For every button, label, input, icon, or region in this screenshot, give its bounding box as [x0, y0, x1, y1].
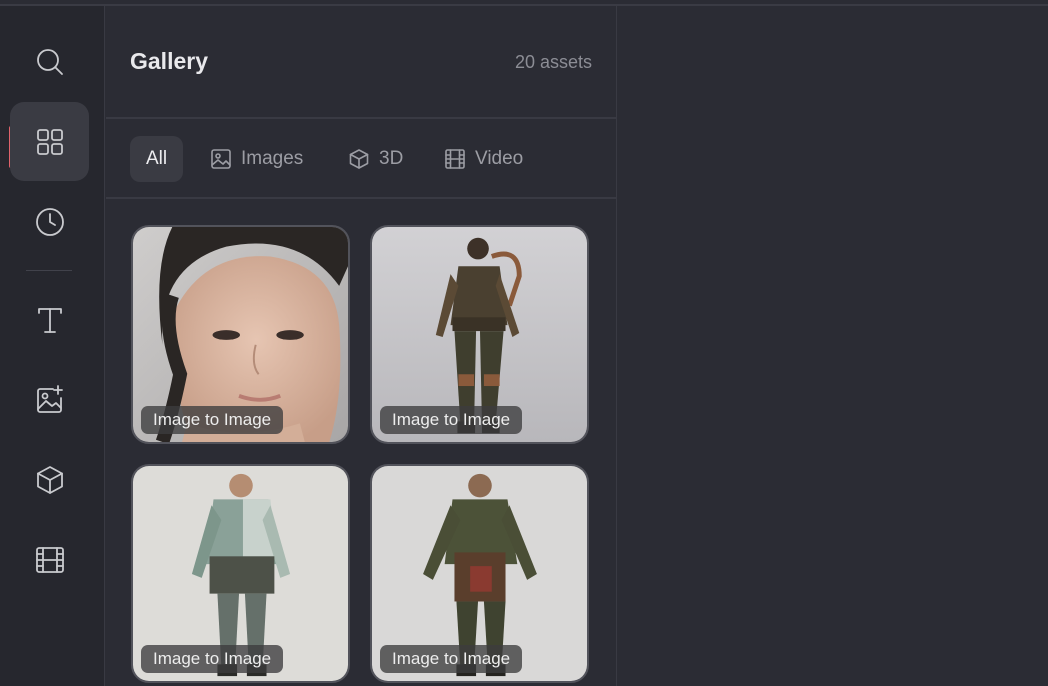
card-badge: Image to Image: [141, 645, 284, 673]
tab-images[interactable]: Images: [210, 136, 303, 182]
rail-video-button[interactable]: [10, 520, 89, 599]
tab-3d-label: 3D: [379, 148, 404, 169]
cube-icon: [36, 465, 63, 494]
rail-image-button[interactable]: [10, 360, 89, 439]
card-badge: Image to Image: [380, 406, 523, 434]
grid-icon: [36, 128, 63, 155]
text-icon: [37, 307, 62, 333]
tab-video-label: Video: [475, 148, 524, 169]
tab-all[interactable]: All: [130, 136, 184, 182]
gallery-card[interactable]: Image to Image: [370, 464, 589, 683]
icon-rail: [0, 6, 105, 686]
card-badge: Image to Image: [141, 406, 284, 434]
rail-search-button[interactable]: [10, 22, 89, 101]
asset-count: 20 assets: [514, 52, 592, 72]
gallery-card[interactable]: Image to Image: [370, 225, 589, 444]
card-badge: Image to Image: [380, 645, 523, 673]
cube-icon: [349, 149, 369, 169]
image-plus-icon: [36, 384, 63, 413]
gallery-card[interactable]: Image to Image: [131, 225, 350, 444]
panel-header: Gallery 20 assets: [106, 6, 616, 119]
rail-divider: [26, 270, 72, 271]
image-icon: [211, 149, 231, 169]
tab-images-label: Images: [241, 148, 304, 169]
rail-3d-button[interactable]: [10, 440, 89, 519]
rail-history-button[interactable]: [10, 182, 89, 261]
gallery-card[interactable]: Image to Image: [131, 464, 350, 683]
clock-icon: [35, 207, 64, 236]
panel-title: Gallery: [130, 48, 208, 74]
gallery-panel: Gallery 20 assets All Images 3D Video Im…: [106, 6, 617, 686]
filter-tabs: All Images 3D Video: [106, 119, 616, 199]
rail-text-button[interactable]: [10, 280, 89, 359]
search-icon: [36, 48, 63, 75]
tab-video[interactable]: Video: [444, 136, 523, 182]
film-icon: [445, 149, 465, 169]
rail-gallery-button[interactable]: [10, 102, 89, 181]
tab-all-label: All: [146, 148, 168, 169]
tab-3d[interactable]: 3D: [348, 136, 403, 182]
film-icon: [35, 546, 64, 573]
canvas-area: [618, 6, 1048, 686]
